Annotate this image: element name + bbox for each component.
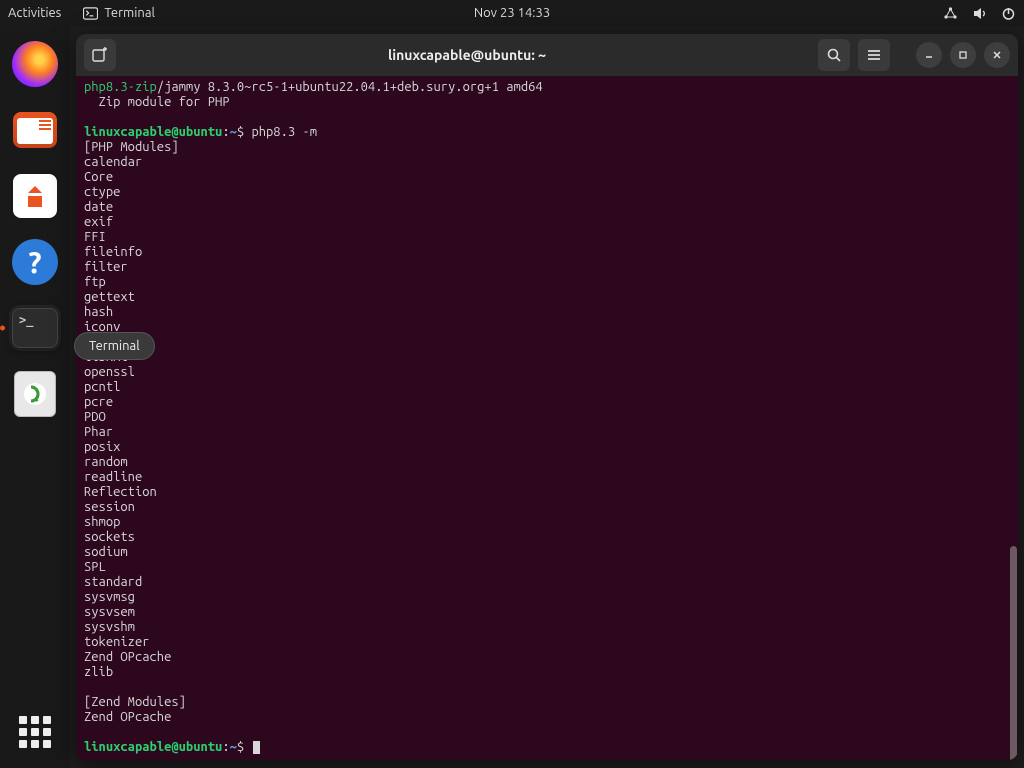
maximize-button[interactable]: [950, 42, 976, 68]
new-tab-button[interactable]: [84, 39, 116, 71]
hamburger-icon: [866, 48, 882, 62]
software-icon: [13, 174, 57, 218]
power-icon: [1001, 6, 1016, 21]
clock-text: Nov 23 14:33: [474, 6, 550, 20]
help-icon: ?: [12, 239, 58, 285]
search-icon: [826, 47, 842, 63]
dock-trash[interactable]: [11, 370, 59, 418]
new-tab-icon: [91, 46, 109, 64]
scrollbar[interactable]: [1008, 76, 1018, 760]
zend-modules-list: Zend OPcache: [84, 710, 1010, 725]
app-menu[interactable]: Terminal: [83, 6, 155, 21]
search-button[interactable]: [818, 39, 850, 71]
terminal-icon: [12, 308, 58, 348]
firefox-icon: [12, 41, 58, 87]
system-tray[interactable]: [943, 6, 1016, 21]
terminal-window: linuxcapable@ubuntu: ~ php8.3-zip/jammy …: [76, 34, 1018, 760]
dock-terminal[interactable]: [11, 304, 59, 352]
terminal-body[interactable]: php8.3-zip/jammy 8.3.0~rc5-1+ubuntu22.04…: [76, 76, 1018, 760]
window-title: linuxcapable@ubuntu: ~: [124, 47, 810, 63]
close-icon: [992, 50, 1002, 60]
menu-button[interactable]: [858, 39, 890, 71]
trash-icon: [14, 371, 56, 417]
dock-tooltip: Terminal: [74, 332, 155, 360]
scrollbar-thumb[interactable]: [1010, 546, 1017, 760]
dock-software[interactable]: [11, 172, 59, 220]
app-menu-label: Terminal: [104, 6, 155, 20]
dock-files[interactable]: [11, 106, 59, 154]
top-panel: Activities Terminal Nov 23 14:33: [0, 0, 1024, 26]
files-icon: [13, 112, 57, 148]
minimize-icon: [924, 50, 934, 60]
show-applications[interactable]: [15, 712, 55, 752]
titlebar: linuxcapable@ubuntu: ~: [76, 34, 1018, 76]
activities-button[interactable]: Activities: [8, 6, 61, 20]
dock-firefox[interactable]: [11, 40, 59, 88]
clock[interactable]: Nov 23 14:33: [474, 6, 550, 20]
close-button[interactable]: [984, 42, 1010, 68]
maximize-icon: [958, 50, 968, 60]
php-modules-list: calendarCorectypedateexifFFIfileinfofilt…: [84, 155, 1010, 680]
dock-help[interactable]: ?: [11, 238, 59, 286]
activities-label: Activities: [8, 6, 61, 20]
network-icon: [943, 6, 958, 21]
volume-icon: [972, 6, 987, 21]
desktop: ? Terminal linuxcapable@ubuntu: ~: [0, 26, 1024, 768]
terminal-menu-icon: [83, 6, 98, 21]
dock: ?: [0, 26, 70, 768]
cursor: [253, 741, 260, 754]
minimize-button[interactable]: [916, 42, 942, 68]
